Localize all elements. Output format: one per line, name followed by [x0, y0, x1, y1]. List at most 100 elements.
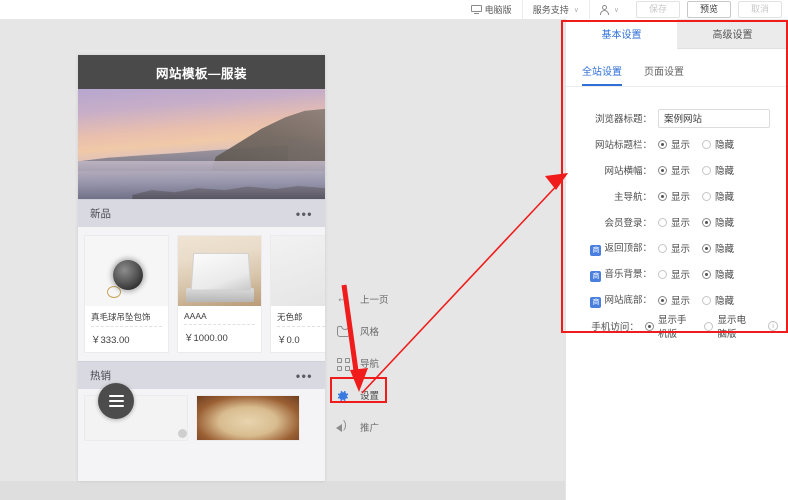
section-header-new[interactable]: 新品 •••	[78, 199, 325, 227]
product-card[interactable]: 真毛球吊坠包饰 ￥333.00	[84, 235, 169, 353]
radio-label: 显示	[671, 140, 691, 151]
radio-dot-selected	[702, 269, 712, 279]
field-row-site-title-bar: 网站标题栏： 显示 隐藏	[572, 131, 778, 157]
chevron-down-icon-account: ∨	[613, 6, 619, 14]
radio-dot	[702, 139, 712, 149]
section-menu-icon-hot[interactable]: •••	[296, 370, 313, 382]
site-title: 网站模板—服装	[155, 66, 247, 81]
product-card[interactable]: AAAA ￥1000.00	[177, 235, 262, 353]
browser-title-input[interactable]	[658, 108, 770, 128]
product-image-pompom	[85, 236, 168, 306]
field-row-music-bg: 商音乐背景： 显示 隐藏	[572, 261, 778, 287]
panel-sub-tab-bar: 全站设置 页面设置	[566, 49, 788, 86]
hot-product-card-food[interactable]	[196, 395, 300, 441]
radio-site-title-bar-hide[interactable]: 隐藏	[702, 137, 734, 151]
radio-dot-selected	[702, 217, 712, 227]
field-row-mobile-access: 手机访问： 显示手机版 显示电脑版 i	[572, 312, 778, 340]
radio-dot	[658, 269, 667, 279]
radio-label: 隐藏	[715, 192, 735, 203]
info-icon[interactable]: i	[768, 321, 778, 331]
sidebar-item-style[interactable]: 风格	[333, 315, 403, 347]
sidebar-label-nav: 导航	[360, 359, 380, 370]
radio-music-bg-hide[interactable]: 隐藏	[702, 267, 734, 281]
grid-icon	[336, 356, 351, 371]
radio-member-login-show[interactable]: 显示	[658, 215, 690, 229]
subtab-page-settings[interactable]: 页面设置	[644, 63, 684, 86]
panel-tab-bar: 基本设置 高级设置	[566, 19, 788, 49]
radio-banner-hide[interactable]: 隐藏	[702, 163, 734, 177]
cancel-button[interactable]: 取消	[737, 1, 782, 18]
field-row-banner: 网站横幅： 显示 隐藏	[572, 157, 778, 183]
radio-dot-selected	[658, 165, 667, 175]
label-browser-title: 浏览器标题：	[594, 114, 652, 125]
radio-main-nav-show[interactable]: 显示	[658, 189, 690, 203]
label-site-title-bar: 网站标题栏：	[594, 140, 652, 151]
radio-footer-hide[interactable]: 隐藏	[702, 293, 734, 307]
sidebar-item-back[interactable]: 上一页	[333, 283, 403, 315]
product-name: AAAA	[184, 311, 207, 321]
section-title-new: 新品	[90, 208, 111, 220]
radio-music-bg-show[interactable]: 显示	[658, 267, 690, 281]
radio-group-member-login: 显示 隐藏	[658, 215, 734, 229]
shirt-icon	[336, 324, 351, 339]
radio-label: 隐藏	[715, 296, 735, 307]
sidebar-item-nav[interactable]: 导航	[333, 347, 403, 379]
label-back-to-top-text: 返回顶部：	[604, 243, 652, 254]
radio-back-to-top-show[interactable]: 显示	[658, 241, 690, 255]
radio-group-main-nav: 显示 隐藏	[658, 189, 734, 203]
site-title-bar: 网站模板—服装	[78, 55, 325, 89]
label-banner: 网站横幅：	[604, 166, 652, 177]
hamburger-line	[108, 395, 124, 397]
product-name: 真毛球吊坠包饰	[91, 312, 151, 322]
toolbar-left-group: 电脑版 服务支持 ∨ ∨	[461, 0, 629, 19]
radio-desktop-version[interactable]: 显示电脑版	[704, 312, 752, 340]
preview-button[interactable]: 预览	[686, 1, 731, 18]
radio-dot	[704, 321, 714, 331]
label-footer-text: 网站底部：	[604, 295, 652, 306]
tab-advanced-settings[interactable]: 高级设置	[677, 19, 788, 49]
hamburger-line	[108, 405, 124, 407]
account-menu[interactable]: ∨	[588, 0, 629, 19]
left-tool-menu: 上一页 风格 导航 设置 推广	[333, 283, 403, 443]
radio-member-login-hide[interactable]: 隐藏	[702, 215, 734, 229]
label-footer: 商网站底部：	[572, 292, 658, 308]
field-row-member-login: 会员登录： 显示 隐藏	[572, 209, 778, 235]
radio-group-site-title-bar: 显示 隐藏	[658, 137, 734, 151]
product-price: ￥333.00	[91, 335, 130, 346]
device-mode-selector[interactable]: 电脑版	[461, 0, 522, 19]
label-music-bg-text: 音乐背景：	[604, 269, 652, 280]
section-title-hot: 热销	[90, 370, 111, 382]
hero-banner-image	[78, 89, 325, 199]
label-member-login: 会员登录：	[604, 218, 652, 229]
radio-main-nav-hide[interactable]: 隐藏	[702, 189, 734, 203]
site-preview[interactable]: 网站模板—服装 新品 ••• 真毛球吊坠包饰 ￥333.00 AAAA ￥100…	[78, 55, 325, 481]
radio-label: 隐藏	[715, 140, 735, 151]
section-menu-icon-new[interactable]: •••	[296, 208, 313, 220]
toolbar-actions: 保存 预览 取消	[629, 0, 782, 19]
product-price: ￥1000.00	[184, 333, 228, 344]
sidebar-label-promote: 推广	[360, 423, 380, 434]
save-button[interactable]: 保存	[635, 1, 680, 18]
radio-footer-show[interactable]: 显示	[658, 293, 690, 307]
radio-dot-selected	[658, 139, 667, 149]
tab-basic-settings[interactable]: 基本设置	[566, 19, 677, 49]
radio-dot-selected	[658, 191, 667, 201]
radio-label: 显示	[671, 296, 691, 307]
tab-advanced-label: 高级设置	[712, 30, 753, 41]
radio-banner-show[interactable]: 显示	[658, 163, 690, 177]
support-label: 服务支持	[532, 5, 569, 15]
radio-group-banner: 显示 隐藏	[658, 163, 734, 177]
radio-mobile-version[interactable]: 显示手机版	[644, 312, 693, 340]
sidebar-item-promote[interactable]: 推广	[333, 411, 403, 443]
top-toolbar: 电脑版 服务支持 ∨ ∨ 保存 预览 取消	[0, 0, 788, 19]
product-image-third	[271, 236, 325, 306]
radio-back-to-top-hide[interactable]: 隐藏	[702, 241, 734, 255]
radio-site-title-bar-show[interactable]: 显示	[658, 137, 690, 151]
radio-label: 显示	[671, 244, 691, 255]
hamburger-menu-button[interactable]	[98, 383, 134, 419]
radio-label: 显示	[671, 192, 691, 203]
product-card[interactable]: 无色郎 ￥0.0	[270, 235, 325, 353]
subtab-site-settings[interactable]: 全站设置	[582, 63, 622, 86]
support-menu[interactable]: 服务支持 ∨	[521, 0, 589, 19]
field-row-browser-title: 浏览器标题：	[572, 105, 778, 131]
